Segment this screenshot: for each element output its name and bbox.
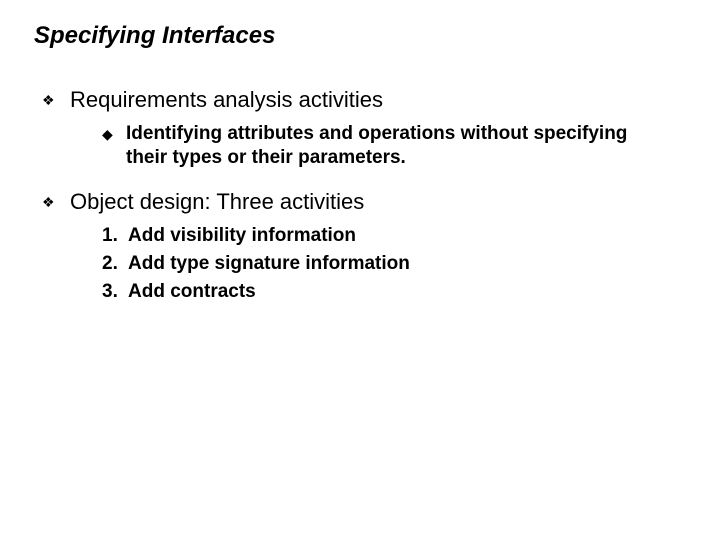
- bullet-text: Object design: Three activities: [70, 188, 364, 216]
- item-number: 1.: [102, 224, 128, 248]
- diamond-bullet-icon: ❖: [42, 188, 70, 216]
- bullet-text: Requirements analysis activities: [70, 86, 383, 114]
- item-text: Add type signature information: [128, 252, 410, 276]
- bullet-object-design: ❖ Object design: Three activities: [42, 188, 690, 216]
- list-item: 1. Add visibility information: [102, 224, 690, 248]
- item-text: Add visibility information: [128, 224, 356, 248]
- item-number: 2.: [102, 252, 128, 276]
- list-item: 2. Add type signature information: [102, 252, 690, 276]
- bullet-requirements: ❖ Requirements analysis activities: [42, 86, 690, 114]
- sub-bullet-icon: ◆: [102, 122, 126, 146]
- numbered-list: 1. Add visibility information 2. Add typ…: [102, 224, 690, 304]
- slide: Specifying Interfaces ❖ Requirements ana…: [0, 0, 720, 540]
- slide-title: Specifying Interfaces: [34, 22, 690, 50]
- sub-bullet-text: Identifying attributes and operations wi…: [126, 122, 646, 170]
- item-number: 3.: [102, 280, 128, 304]
- diamond-bullet-icon: ❖: [42, 86, 70, 114]
- list-item: 3. Add contracts: [102, 280, 690, 304]
- sub-bullet-identifying: ◆ Identifying attributes and operations …: [102, 122, 690, 170]
- item-text: Add contracts: [128, 280, 256, 304]
